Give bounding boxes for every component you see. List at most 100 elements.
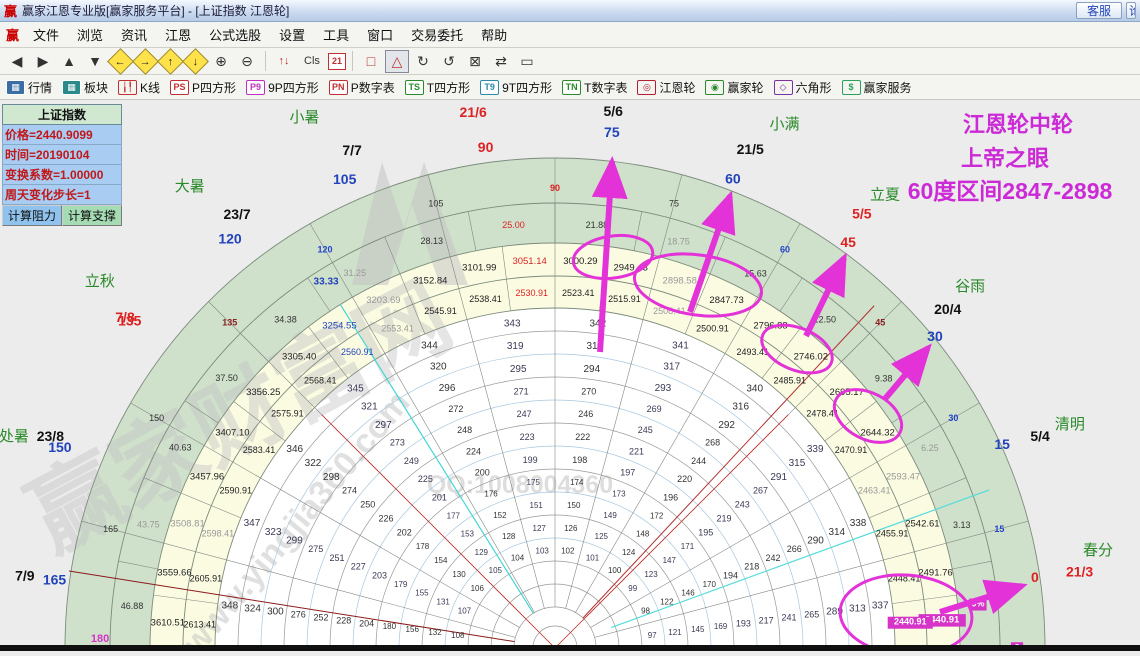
- spiral-value: 225: [418, 474, 433, 484]
- spiral-value: 292: [718, 420, 735, 431]
- rotate-ccw-icon[interactable]: ↺: [437, 50, 461, 73]
- spiral-value: 102: [561, 547, 575, 556]
- degree-outer-label: 90: [478, 139, 494, 155]
- diamond-down-icon[interactable]: ↓: [182, 47, 209, 75]
- customer-service-button[interactable]: 客服: [1075, 2, 1122, 19]
- degree-inner-label: 120: [317, 245, 332, 255]
- spiral-value: 345: [347, 383, 364, 394]
- nav-left-icon[interactable]: ◀: [5, 50, 29, 73]
- spiral-value: 324: [244, 604, 261, 615]
- price-value: 2746.02: [794, 351, 828, 362]
- spiral-value: 295: [510, 364, 527, 375]
- tool-quotes[interactable]: ▦ 行情: [6, 79, 52, 96]
- tool-t-square-label: T四方形: [426, 80, 471, 95]
- spiral-value: 180: [383, 622, 397, 631]
- tool-9p-square-icon: P9: [246, 79, 266, 95]
- spiral-value: 153: [461, 530, 475, 539]
- tool-9t-square[interactable]: T9 9T四方形: [480, 79, 552, 96]
- spiral-value: 297: [375, 420, 392, 431]
- price-value: 2847.73: [709, 295, 743, 306]
- toolbar-separator: [352, 51, 353, 71]
- nav-right-icon[interactable]: ▶: [31, 50, 55, 73]
- spiral-value: 177: [447, 511, 461, 520]
- tool-hexagon-icon: ◇: [773, 79, 793, 95]
- triangle-tool-icon[interactable]: △: [385, 49, 409, 73]
- tool-t-square[interactable]: TS T四方形: [404, 79, 471, 96]
- spiral-value: 98: [641, 606, 650, 615]
- tool-kline[interactable]: ╽╿ K线: [118, 79, 160, 96]
- spiral-value: 290: [807, 536, 824, 547]
- tool-winner-service[interactable]: $ 赢家服务: [841, 79, 912, 96]
- nav-up-icon[interactable]: ▲: [57, 50, 81, 73]
- tool-t-table[interactable]: TN T数字表: [562, 79, 627, 96]
- tool-9p-square[interactable]: P9 9P四方形: [246, 79, 319, 96]
- price-value: 2575.91: [271, 408, 304, 418]
- tool-winner-wheel[interactable]: ◉ 赢家轮: [705, 79, 764, 96]
- rotate-cw-icon[interactable]: ↻: [411, 50, 435, 73]
- spiral-value: 106: [471, 584, 485, 593]
- menu-item-0[interactable]: 文件: [24, 26, 68, 45]
- calendar-date: 23/7: [223, 206, 250, 222]
- menu-item-3[interactable]: 江恩: [156, 26, 200, 45]
- spiral-value: 343: [504, 318, 521, 329]
- xbox-icon[interactable]: ⊠: [463, 50, 487, 73]
- spiral-value: 251: [329, 553, 344, 563]
- screen-icon[interactable]: ▭: [515, 50, 539, 73]
- tool-gann-wheel[interactable]: ◎ 江恩轮: [637, 79, 695, 96]
- spiral-value: 228: [336, 615, 351, 625]
- calendar-date: 21/6: [460, 104, 487, 120]
- square-tool-icon[interactable]: □: [359, 50, 383, 73]
- zoom-in-icon[interactable]: ⊕: [209, 50, 233, 73]
- spiral-value: 322: [305, 458, 322, 469]
- spiral-value: 227: [351, 562, 366, 572]
- price-value: 3305.40: [282, 351, 316, 362]
- solar-term: 立秋: [85, 273, 115, 290]
- tool-p-table-label: P数字表: [350, 80, 395, 95]
- spiral-value: 121: [668, 628, 682, 637]
- zoom-out-icon[interactable]: ⊖: [235, 50, 259, 73]
- nav-down-icon[interactable]: ▼: [83, 50, 107, 73]
- menu-item-8[interactable]: 交易委托: [402, 26, 472, 45]
- calc-support-button[interactable]: 计算支撑: [62, 205, 122, 226]
- menu-item-4[interactable]: 公式选股: [200, 26, 270, 45]
- percent-value: 18.75: [667, 236, 690, 246]
- degree-inner-label: 30: [948, 413, 958, 423]
- menu-item-5[interactable]: 设置: [270, 26, 314, 45]
- percent-value: 28.13: [421, 236, 444, 246]
- spiral-value: 338: [850, 518, 867, 529]
- solar-term: 处暑: [0, 428, 29, 445]
- menu-item-1[interactable]: 浏览: [68, 26, 112, 45]
- diamond-left-icon[interactable]: ←: [107, 47, 134, 75]
- price-value: 2605.91: [190, 574, 223, 584]
- degree-outer-label: 30: [927, 328, 943, 344]
- updown-icon[interactable]: ↑↓: [272, 50, 296, 73]
- calc-resistance-button[interactable]: 计算阻力: [2, 205, 62, 226]
- tool-hexagon[interactable]: ◇ 六角形: [773, 79, 832, 96]
- menu-bar: 赢 文件 浏览 资讯 江恩 公式选股 设置 工具 窗口 交易委托 帮助: [0, 22, 1140, 48]
- percent-value: 34.38: [274, 314, 297, 324]
- price-value: 2542.61: [905, 518, 939, 529]
- tool-t-table-icon: TN: [562, 79, 582, 95]
- solar-term: 清明: [1055, 416, 1085, 433]
- forum-button[interactable]: 论坛: [1126, 2, 1136, 19]
- menu-item-6[interactable]: 工具: [314, 26, 358, 45]
- gann-wheel-svg: 赢家财富网www.yingjia360.com QQ:10080043603373…: [0, 103, 1140, 656]
- spiral-value: 105: [489, 566, 503, 575]
- spiral-value: 125: [595, 532, 609, 541]
- menu-item-9[interactable]: 帮助: [472, 26, 516, 45]
- diamond-up-icon[interactable]: ↑: [157, 47, 184, 75]
- tool-t-square-icon: TS: [404, 79, 424, 95]
- tool-p-table[interactable]: PN P数字表: [328, 79, 395, 96]
- calendar-icon[interactable]: 21: [328, 52, 346, 70]
- tool-sectors[interactable]: ▦ 板块: [62, 79, 108, 96]
- menu-item-7[interactable]: 窗口: [358, 26, 402, 45]
- tool-p-table-icon: PN: [328, 79, 348, 95]
- highlighted-value: 2440.91: [894, 617, 927, 627]
- scale-icon[interactable]: ⇄: [489, 50, 513, 73]
- tool-quotes-label: 行情: [28, 80, 53, 95]
- spiral-value: 223: [520, 432, 535, 442]
- diamond-right-icon[interactable]: →: [132, 47, 159, 75]
- menu-item-2[interactable]: 资讯: [112, 26, 156, 45]
- tool-p-square[interactable]: PS P四方形: [170, 79, 236, 96]
- cls-button[interactable]: Cls: [298, 50, 326, 73]
